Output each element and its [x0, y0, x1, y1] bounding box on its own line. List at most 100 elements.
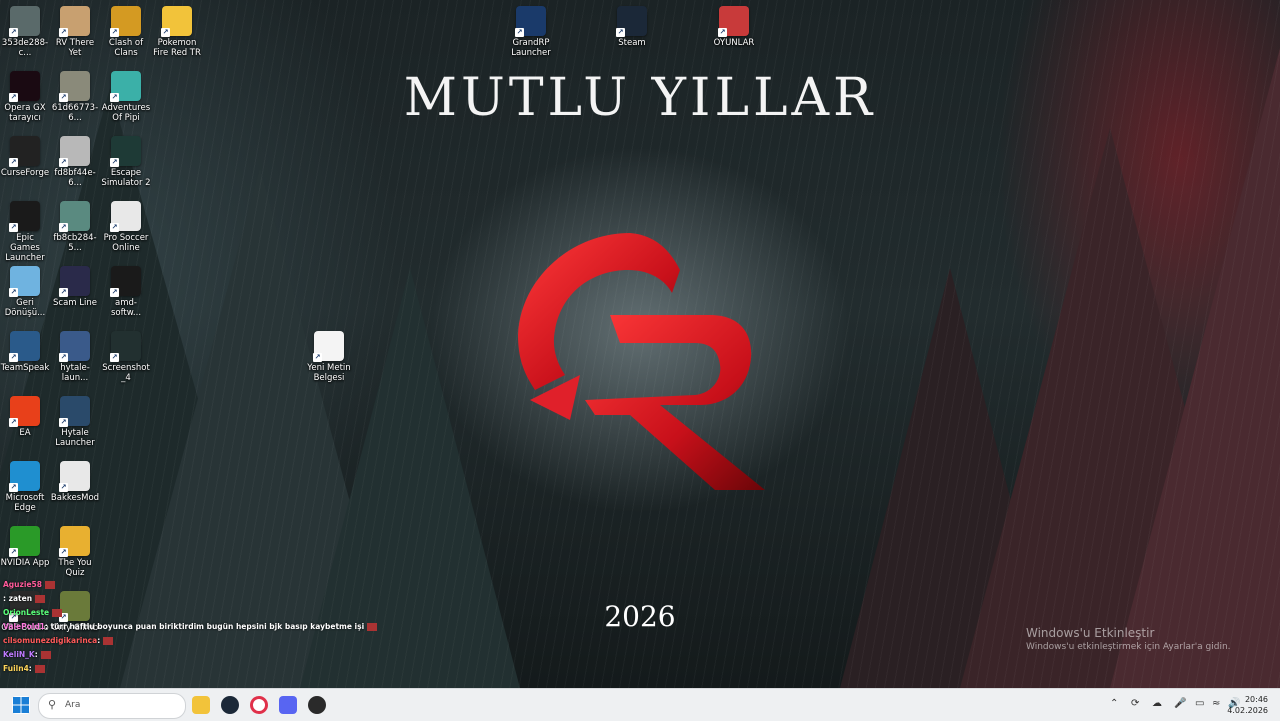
- desktop-icon-label: Steam: [618, 38, 646, 48]
- desktop-icon-label: Adventures Of Pipi: [101, 103, 151, 123]
- grandrp-icon: ↗: [515, 6, 546, 37]
- games-folder-icon: ↗: [718, 6, 749, 37]
- shortcut-arrow-icon: ↗: [9, 418, 18, 427]
- network-icon[interactable]: ☁: [1152, 698, 1162, 709]
- shortcut-arrow-icon: ↗: [59, 288, 68, 297]
- opera-gx-icon: ↗: [9, 71, 40, 102]
- desktop-icon[interactable]: ↗ Pro Soccer Online: [101, 197, 151, 253]
- shortcut-arrow-icon: ↗: [161, 28, 170, 37]
- desktop-icon-label: Opera GX tarayıcı: [4, 103, 46, 123]
- desktop-icon[interactable]: ↗ CurseForge: [0, 132, 50, 178]
- desktop-icon-label: GrandRP Launcher: [511, 38, 551, 58]
- display-icon[interactable]: ▭: [1195, 698, 1204, 709]
- desktop-icon[interactable]: ↗ Steam: [607, 2, 657, 48]
- shield-installer-icon: ↗: [110, 266, 141, 297]
- desktop-icon[interactable]: ↗ Scam Line: [50, 262, 100, 308]
- chat-message: Aguzie58: [3, 578, 323, 592]
- activation-watermark: Windows'u Etkinleştir Windows'u etkinleş…: [1026, 626, 1231, 652]
- desktop-icon[interactable]: ↗ amd-softw...: [101, 262, 151, 318]
- desktop-icon[interactable]: ↗ Clash of Clans: [101, 2, 151, 58]
- desktop-icon[interactable]: ↗ Opera GX tarayıcı: [0, 67, 50, 123]
- desktop-icon[interactable]: ↗ Screenshot_4: [101, 327, 151, 383]
- desktop-icon-label: amd-softw...: [110, 298, 142, 318]
- shortcut-arrow-icon: ↗: [59, 158, 68, 167]
- desktop-icon[interactable]: ↗ Escape Simulator 2: [101, 132, 151, 188]
- opera-gx-icon[interactable]: [250, 696, 268, 714]
- shortcut-arrow-icon: ↗: [718, 28, 727, 37]
- chat-message: cilsomunezdigikarinca:: [3, 634, 323, 648]
- desktop-icon-label: Yeni Metin Belgesi: [307, 363, 351, 383]
- obs-icon[interactable]: [308, 696, 326, 714]
- system-clock[interactable]: 20:46 4.02.2026: [1227, 694, 1268, 716]
- desktop-icon[interactable]: ↗ fb8cb284-5...: [50, 197, 100, 253]
- text-document-icon: ↗: [313, 331, 344, 362]
- desktop-icon[interactable]: ↗ fd8bf44e-6...: [50, 132, 100, 188]
- chat-username: Fuiln4: [3, 664, 29, 673]
- hytale-icon: ↗: [59, 396, 90, 427]
- desktop-icon[interactable]: ↗ BakkesMod: [50, 457, 100, 503]
- shortcut-arrow-icon: ↗: [59, 483, 68, 492]
- chat-text: :: [97, 636, 101, 645]
- desktop-icon-label: Escape Simulator 2: [101, 168, 151, 188]
- epic-games-icon: ↗: [9, 201, 40, 232]
- shortcut-arrow-icon: ↗: [59, 223, 68, 232]
- recycle-bin-icon: ↗: [9, 266, 40, 297]
- desktop-icon-label: OYUNLAR: [713, 38, 755, 48]
- desktop-icon[interactable]: ↗ 61d66773-6...: [50, 67, 100, 123]
- image-file-icon: ↗: [110, 331, 141, 362]
- steam-icon[interactable]: [221, 696, 239, 714]
- shortcut-arrow-icon: ↗: [9, 483, 18, 492]
- desktop-icon[interactable]: ↗ hytale-laun...: [50, 327, 100, 383]
- shortcut-arrow-icon: ↗: [59, 93, 68, 102]
- desktop-icon[interactable]: ↗ Yeni Metin Belgesi: [304, 327, 354, 383]
- desktop-icon-label: 61d66773-6...: [51, 103, 99, 123]
- activation-title: Windows'u Etkinleştir: [1026, 626, 1155, 640]
- microphone-icon[interactable]: 🎤: [1174, 698, 1186, 709]
- desktop-icon-label: fd8bf44e-6...: [54, 168, 96, 188]
- desktop-icon[interactable]: ↗ Hytale Launcher: [50, 392, 100, 448]
- chevron-up-icon[interactable]: ⌃: [1110, 698, 1118, 709]
- folder-icon: ↗: [161, 6, 192, 37]
- chat-text: :: [34, 650, 38, 659]
- discord-icon[interactable]: [279, 696, 297, 714]
- taskbar: ⚲ Ara ⌃ ⟳ ☁ 🎤 ▭ ≈ 🔊 20:46 4.02.2026: [0, 688, 1280, 721]
- desktop-icon-label: hytale-laun...: [60, 363, 90, 383]
- shortcut-arrow-icon: ↗: [110, 223, 119, 232]
- steam-icon: ↗: [616, 6, 647, 37]
- desktop-icon[interactable]: ↗ Epic Games Launcher: [0, 197, 50, 263]
- desktop-icon[interactable]: ↗ NVIDIA App: [0, 522, 50, 568]
- chat-emote-icon: [103, 637, 114, 645]
- desktop-icon[interactable]: ↗ RV There Yet: [50, 2, 100, 58]
- shortcut-arrow-icon: ↗: [9, 548, 18, 557]
- desktop-icon-label: Pro Soccer Online: [103, 233, 149, 253]
- image-file-icon: ↗: [59, 201, 90, 232]
- desktop-icon-label: Geri Dönüşü...: [4, 298, 46, 318]
- start-button[interactable]: [12, 696, 30, 714]
- sync-icon[interactable]: ⟳: [1131, 698, 1139, 709]
- desktop-icon[interactable]: ↗ EA: [0, 392, 50, 438]
- search-box[interactable]: ⚲ Ara: [38, 693, 186, 719]
- shortcut-arrow-icon: ↗: [313, 353, 322, 362]
- desktop-icon[interactable]: ↗ Microsoft Edge: [0, 457, 50, 513]
- chat-emote-icon: [34, 665, 45, 673]
- clash-of-clans-icon: ↗: [110, 6, 141, 37]
- desktop-icon-label: fb8cb284-5...: [53, 233, 97, 253]
- desktop-icon[interactable]: ↗ 353de288-c...: [0, 2, 50, 58]
- soccer-ball-icon: ↗: [110, 201, 141, 232]
- chat-text: :: [28, 664, 32, 673]
- chat-message: Fuiln4:: [3, 662, 323, 676]
- desktop-icon[interactable]: ↗ TeamSpeak: [0, 327, 50, 373]
- desktop-icon[interactable]: ↗ The You Quiz: [50, 522, 100, 578]
- chat-emote-icon: [35, 595, 46, 603]
- chat-message: KeliN_K:: [3, 648, 323, 662]
- desktop-icon[interactable]: ↗ Adventures Of Pipi: [101, 67, 151, 123]
- desktop-icon[interactable]: ↗ Pokemon Fire Red TR: [152, 2, 202, 58]
- file-explorer-icon[interactable]: [192, 696, 210, 714]
- desktop-icon[interactable]: ↗ Geri Dönüşü...: [0, 262, 50, 318]
- desktop-icon[interactable]: ↗ GrandRP Launcher: [506, 2, 556, 58]
- desktop-icon-label: EA: [19, 428, 31, 438]
- desktop-icon[interactable]: ↗ OYUNLAR: [709, 2, 759, 48]
- wifi-icon[interactable]: ≈: [1212, 698, 1220, 709]
- game-icon: ↗: [110, 71, 141, 102]
- shortcut-arrow-icon: ↗: [110, 288, 119, 297]
